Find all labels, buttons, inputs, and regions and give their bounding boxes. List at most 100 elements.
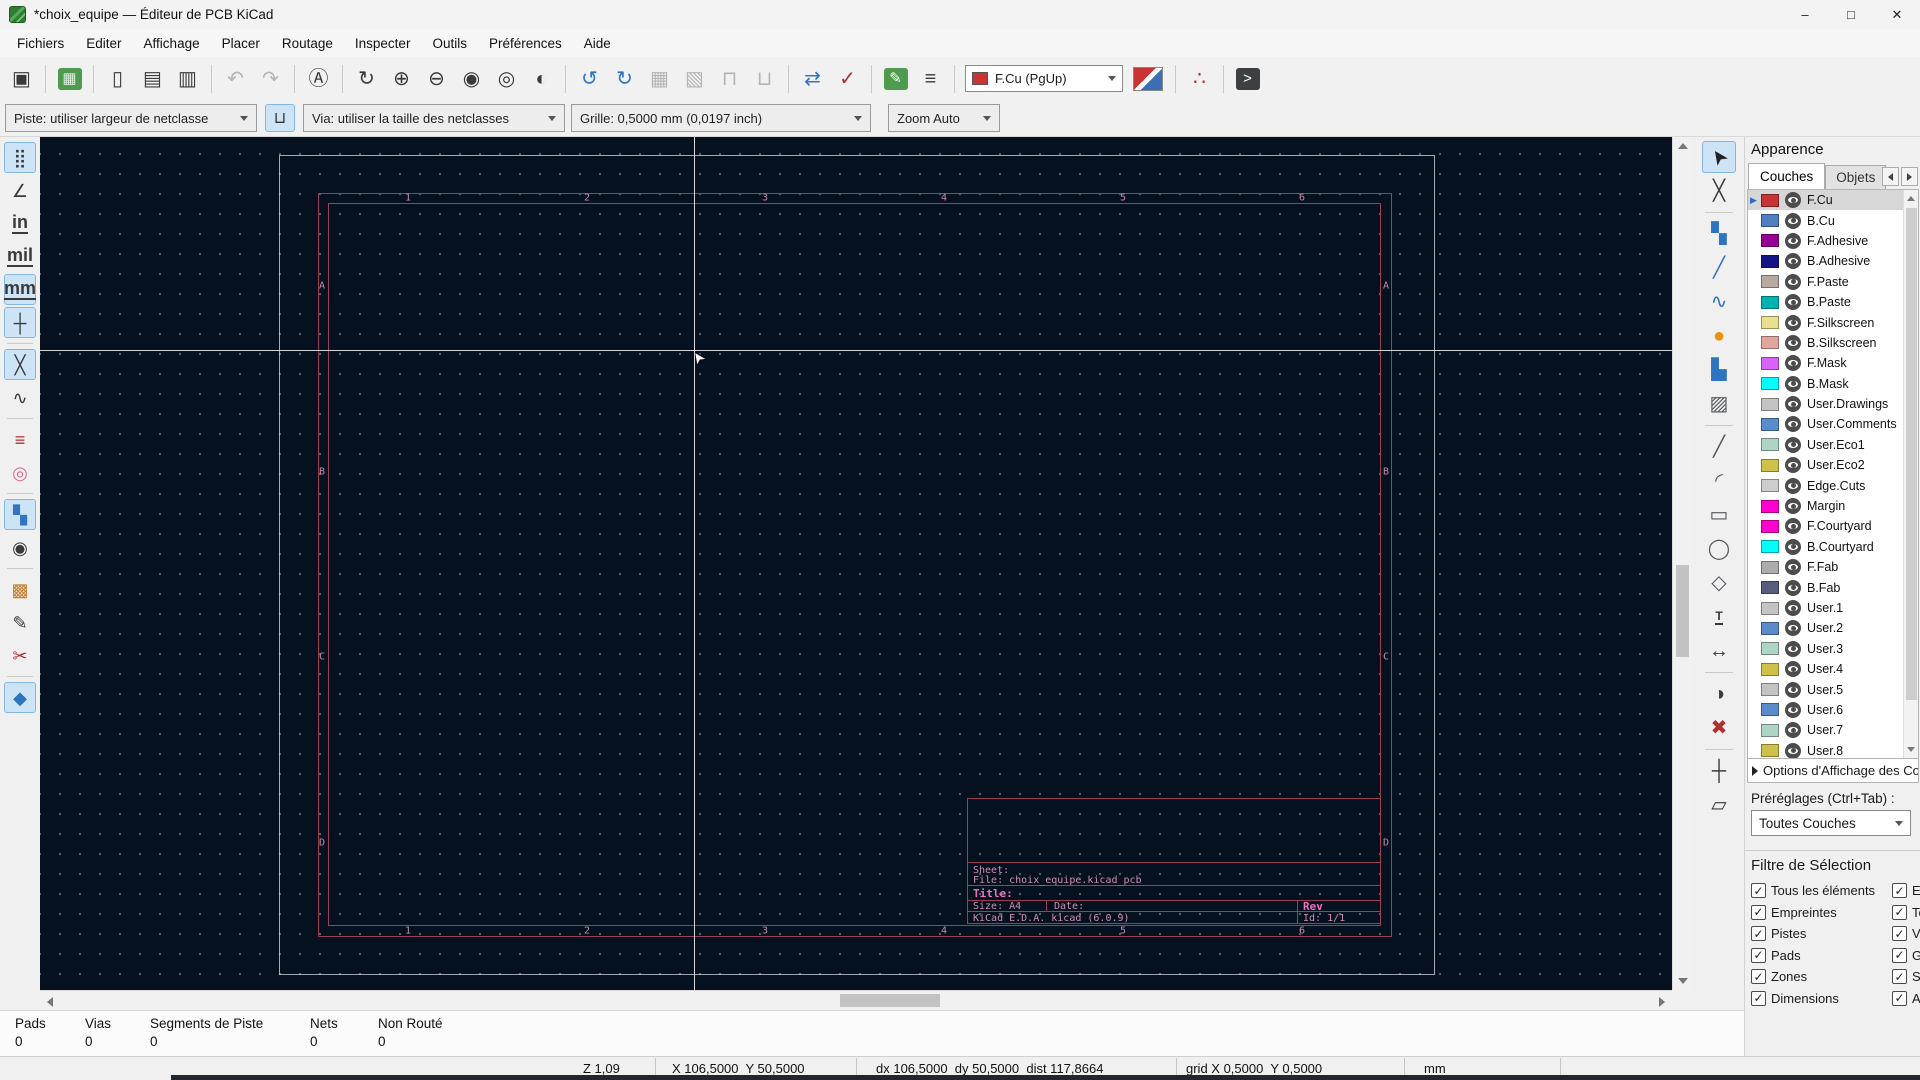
select-tool-button[interactable]: ➤ [1702,141,1736,173]
checkbox-checked-icon[interactable]: ✓ [1751,947,1766,963]
layer-row-user-4[interactable]: User.4 [1748,659,1918,679]
layer-row-user-drawings[interactable]: User.Drawings [1748,394,1918,414]
menu-routage[interactable]: Routage [271,32,344,55]
units-inches-button[interactable]: in [4,208,36,239]
checkbox-checked-icon[interactable]: ✓ [1892,904,1907,920]
layer-color-swatch[interactable] [1761,438,1779,452]
track-width-dropdown[interactable]: Piste: utiliser largeur de netclasse [5,104,257,132]
checkbox-checked-icon[interactable]: ✓ [1751,926,1766,942]
layer-visibility-eye-icon[interactable] [1785,681,1801,698]
layer-visibility-eye-icon[interactable] [1785,477,1801,494]
layer-visibility-eye-icon[interactable] [1785,334,1801,351]
board-setup-button[interactable]: ▦ [52,62,87,95]
layer-color-swatch[interactable] [1761,397,1779,411]
zone-fill-mode-button[interactable]: ▩ [4,574,36,605]
vertical-scroll-thumb[interactable] [1676,565,1689,657]
layer-row-user-6[interactable]: User.6 [1748,700,1918,720]
measure-tool-button[interactable]: ▱ [1702,789,1736,821]
filter-autres-elements[interactable]: ✓ Autres éléments [1892,988,1920,1010]
filter-surfaces[interactable]: ✓ Surfaces [1892,966,1920,988]
grid-size-dropdown[interactable]: Grille: 0,5000 mm (0,0197 inch) [571,104,871,132]
checkbox-checked-icon[interactable]: ✓ [1751,904,1766,920]
layer-color-swatch[interactable] [1761,744,1779,758]
layer-color-swatch[interactable] [1761,234,1779,248]
net-inspector-button[interactable]: ≡ [913,62,948,95]
rotate-cw-button[interactable]: ↻ [607,62,642,95]
units-mils-button[interactable]: mil [4,241,36,272]
delete-tool-button[interactable]: ✖ [1702,712,1736,744]
scroll-down-icon[interactable] [1678,978,1688,984]
layer-row-f-cu[interactable]: ▶ F.Cu [1748,190,1918,211]
via-size-dropdown[interactable]: Via: utiliser la taille des netclasses [303,104,565,132]
highlight-net-tool-button[interactable]: ╳ [1702,175,1736,207]
checkbox-checked-icon[interactable]: ✓ [1892,990,1907,1006]
draw-arc-tool-button[interactable]: ◜ [1702,465,1736,497]
pcb-canvas[interactable]: 112233445566AABBCCDD Sheet: File: choix_… [40,137,1672,990]
layer-visibility-eye-icon[interactable] [1785,253,1801,270]
layer-visibility-eye-icon[interactable] [1785,375,1801,392]
layer-visibility-eye-icon[interactable] [1785,742,1801,758]
print-button[interactable]: ▤ [135,62,170,95]
layer-row-f-adhesive[interactable]: F.Adhesive [1748,231,1918,251]
draw-rule-area-tool-button[interactable]: ▨ [1702,388,1736,420]
layer-row-user-comments[interactable]: User.Comments [1748,414,1918,434]
layer-color-swatch[interactable] [1761,316,1779,330]
layer-color-swatch[interactable] [1761,254,1779,268]
draw-polygon-tool-button[interactable]: ◇ [1702,567,1736,599]
menu-editer[interactable]: Editer [75,32,132,55]
display-options-expander[interactable]: Options d'Affichage des Co [1747,759,1919,783]
layer-color-swatch[interactable] [1761,581,1779,595]
draw-line-tool-button[interactable]: ╱ [1702,431,1736,463]
layer-row-f-courtyard[interactable]: F.Courtyard [1748,516,1918,536]
layer-visibility-eye-icon[interactable] [1785,620,1801,637]
layer-row-margin[interactable]: Margin [1748,496,1918,516]
menu-inspecter[interactable]: Inspecter [344,32,422,55]
layer-color-swatch[interactable] [1761,356,1779,370]
scripting-console-button[interactable]: > [1230,62,1265,95]
scroll-right-icon[interactable] [1659,997,1665,1007]
unlock-button[interactable]: ⊔ [747,62,782,95]
layer-visibility-eye-icon[interactable] [1785,457,1801,474]
minimize-button[interactable]: – [1782,0,1828,29]
layer-visibility-eye-icon[interactable] [1785,661,1801,678]
layer-visibility-eye-icon[interactable] [1785,498,1801,515]
units-mm-button[interactable]: mm [4,274,37,305]
layer-pair-indicator[interactable] [1133,66,1163,91]
layer-color-swatch[interactable] [1761,723,1779,737]
layer-row-b-courtyard[interactable]: B.Courtyard [1748,537,1918,557]
layer-visibility-eye-icon[interactable] [1785,518,1801,535]
close-button[interactable]: ✕ [1874,0,1920,29]
zoom-out-button[interactable]: ⊖ [419,62,454,95]
layer-color-swatch[interactable] [1761,560,1779,574]
layer-visibility-eye-icon[interactable] [1785,273,1801,290]
ungroup-button[interactable]: ▧ [677,62,712,95]
filter-vias[interactable]: ✓ Vias [1892,923,1920,945]
draw-circle-tool-button[interactable]: ◯ [1702,533,1736,565]
place-footprint-tool-button[interactable]: ▚ [1702,218,1736,250]
group-button[interactable]: ▦ [642,62,677,95]
layer-row-b-fab[interactable]: B.Fab [1748,577,1918,597]
layer-row-b-adhesive[interactable]: B.Adhesive [1748,251,1918,271]
layer-color-swatch[interactable] [1761,295,1779,309]
canvas-vertical-scrollbar[interactable] [1672,137,1692,990]
filter-texte[interactable]: ✓ Texte [1892,902,1920,924]
update-pcb-from-schematic-button[interactable]: ⇄ [795,62,830,95]
presets-dropdown[interactable]: Toutes Couches [1751,810,1911,836]
place-via-tool-button[interactable]: ● [1702,320,1736,352]
layer-row-b-paste[interactable]: B.Paste [1748,292,1918,312]
crosshair-full-window-button[interactable]: ┼ [4,307,36,338]
layer-row-edge-cuts[interactable]: Edge.Cuts [1748,475,1918,495]
layer-row-b-cu[interactable]: B.Cu [1748,210,1918,230]
layer-row-b-silkscreen[interactable]: B.Silkscreen [1748,333,1918,353]
layer-visibility-eye-icon[interactable] [1785,355,1801,372]
track-display-mode-button[interactable]: ▚ [4,499,36,530]
layer-color-swatch[interactable] [1761,479,1779,493]
polar-coordinates-button[interactable]: ∠ [4,175,36,206]
layer-color-swatch[interactable] [1761,519,1779,533]
menu-placer[interactable]: Placer [211,32,271,55]
menu-affichage[interactable]: Affichage [133,32,211,55]
layer-row-user-eco1[interactable]: User.Eco1 [1748,435,1918,455]
layer-color-swatch[interactable] [1761,193,1779,207]
zoom-in-button[interactable]: ⊕ [384,62,419,95]
checkbox-checked-icon[interactable]: ✓ [1751,883,1766,899]
